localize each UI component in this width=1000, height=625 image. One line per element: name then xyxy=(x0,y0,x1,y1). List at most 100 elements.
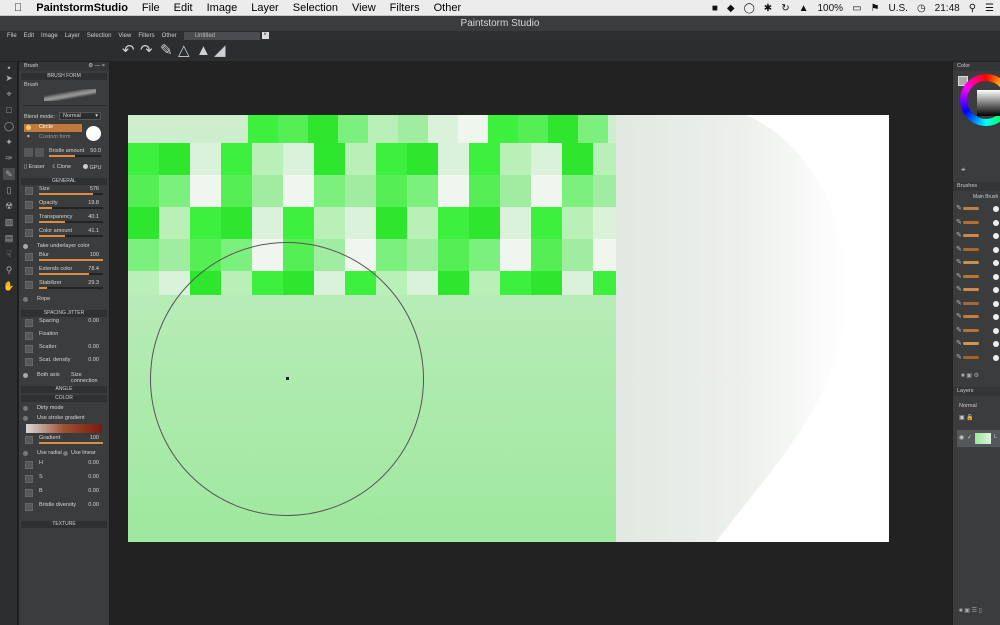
size-connection-label[interactable]: Size connection xyxy=(71,372,109,384)
menu-view[interactable]: View xyxy=(352,2,376,14)
eraser-icon[interactable]: ▯ xyxy=(3,184,15,196)
eraser-toggle[interactable]: ▯ Eraser xyxy=(24,164,45,170)
brush-tip-preview[interactable] xyxy=(86,126,101,141)
gradient-icon[interactable]: ▨ xyxy=(3,216,15,228)
use-radial-radio[interactable] xyxy=(23,451,28,456)
saturation-square[interactable] xyxy=(977,90,1000,116)
appmenu-layer[interactable]: Layer xyxy=(65,33,80,39)
brush-form-header[interactable]: BRUSH FORM xyxy=(21,73,107,80)
use-linear-radio[interactable] xyxy=(63,451,68,456)
blend-mode-select[interactable]: Normal ▾ xyxy=(59,112,101,120)
brush-preset[interactable] xyxy=(963,342,979,345)
smudge-icon[interactable]: ☟ xyxy=(3,248,15,260)
use-stroke-gradient-radio[interactable] xyxy=(23,416,28,421)
undo-icon[interactable]: ↶ xyxy=(122,43,135,59)
menu-app-name[interactable]: PaintstormStudio xyxy=(36,2,128,14)
dropbox-icon[interactable]: ◆ xyxy=(727,3,735,14)
flag-icon[interactable]: ⚑ xyxy=(871,3,880,14)
train-icon[interactable]: ■ xyxy=(712,3,718,14)
clock[interactable]: 21:48 xyxy=(935,3,960,14)
general-size-row[interactable]: Size 576 xyxy=(21,186,107,196)
brush-mode-icon[interactable]: ✎ xyxy=(160,43,173,59)
hsb-h-row[interactable]: H 0.00 xyxy=(21,460,107,470)
check-icon[interactable]: ✓ xyxy=(967,434,972,441)
magic-wand-icon[interactable]: ✦ xyxy=(3,136,15,148)
general-transparency-row[interactable]: Transparency 40.1 xyxy=(21,214,107,224)
close-tab-icon[interactable]: × xyxy=(261,32,269,39)
spotlight-icon[interactable]: ⚲ xyxy=(969,3,976,14)
spacing-spacing-row[interactable]: Spacing 0.00 xyxy=(21,318,107,328)
brush-preset[interactable] xyxy=(963,220,979,224)
menu-selection[interactable]: Selection xyxy=(293,2,338,14)
menu-other[interactable]: Other xyxy=(434,2,462,14)
gradient-row[interactable]: Gradient 100 xyxy=(21,435,107,445)
hsb-b-row[interactable]: B 0.00 xyxy=(21,488,107,498)
crop-icon[interactable]: ⌖ xyxy=(3,88,15,100)
shape-custom-option[interactable]: ✶ Custom form xyxy=(24,134,82,142)
clone-toggle[interactable]: ☇ Clone xyxy=(52,164,71,170)
general-stabilizer-row[interactable]: Stabilizer 29.3 xyxy=(21,280,107,290)
general-color-amount-row[interactable]: Color amount 41.1 xyxy=(21,228,107,238)
bluetooth-icon[interactable]: ✱ xyxy=(764,3,772,14)
general-opacity-slider[interactable] xyxy=(39,207,103,209)
brush-category-icon[interactable]: ✎ xyxy=(956,231,962,239)
fill-icon[interactable]: ☢ xyxy=(3,200,15,212)
lasso-icon[interactable]: ◯ xyxy=(3,120,15,132)
brush-preset[interactable] xyxy=(963,274,979,278)
both-axis-radio[interactable] xyxy=(23,373,28,378)
brush-icon[interactable]: ✎ xyxy=(3,168,15,180)
document-tab[interactable]: Untitled xyxy=(183,31,260,40)
take-underlayer-radio[interactable] xyxy=(23,244,28,249)
wifi-icon[interactable]: ▲ xyxy=(799,3,809,14)
panel-menu-icon[interactable]: ⚙ — × xyxy=(88,62,105,71)
sync-icon[interactable]: ↻ xyxy=(781,3,789,14)
brush-category-icon[interactable]: ✎ xyxy=(956,285,962,293)
spacing-fixation-row[interactable]: Fixation xyxy=(21,331,107,341)
appmenu-view[interactable]: View xyxy=(118,33,131,39)
eyedropper-icon[interactable]: ✑ xyxy=(3,152,15,164)
layer-blend-select[interactable]: Normal xyxy=(959,403,977,409)
dirty-mode-radio[interactable] xyxy=(23,406,28,411)
brush-category-icon[interactable]: ✎ xyxy=(956,218,962,226)
brush-preset[interactable] xyxy=(963,355,979,359)
gpu-toggle[interactable]: GPU xyxy=(83,164,101,171)
main-brushes-label[interactable]: Main Brush xyxy=(973,194,998,200)
brush-preset[interactable] xyxy=(963,315,979,318)
appmenu-filters[interactable]: Filters xyxy=(138,33,154,39)
bristle-settings-icon[interactable] xyxy=(35,148,44,157)
general-stabilizer-slider[interactable] xyxy=(39,287,103,289)
layer-row[interactable]: ◉ ✓ L xyxy=(957,430,1000,447)
brush-preset[interactable] xyxy=(963,234,979,237)
brush-preset[interactable] xyxy=(963,247,979,251)
ruler-icon[interactable]: ◢ xyxy=(214,43,226,59)
lock-icon[interactable]: ▣ 🔒 xyxy=(959,414,974,421)
appmenu-edit[interactable]: Edit xyxy=(24,33,34,39)
gradient-slider[interactable] xyxy=(39,442,103,444)
color-header[interactable]: COLOR xyxy=(21,395,107,402)
general-header[interactable]: GENERAL xyxy=(21,178,107,185)
brush-category-icon[interactable]: ✎ xyxy=(956,339,962,347)
menu-file[interactable]: File xyxy=(142,2,160,14)
brush-preset[interactable] xyxy=(963,301,979,305)
appmenu-file[interactable]: File xyxy=(7,33,17,39)
appmenu-other[interactable]: Other xyxy=(162,33,177,39)
angle-header[interactable]: ANGLE xyxy=(21,386,107,393)
general-blur-slider[interactable] xyxy=(39,259,103,261)
brush-category-icon[interactable]: ✎ xyxy=(956,245,962,253)
brush-preset[interactable] xyxy=(963,261,979,264)
shape-circle-option[interactable]: Circle xyxy=(24,124,82,132)
battery-percent[interactable]: 100% xyxy=(817,3,843,14)
appmenu-image[interactable]: Image xyxy=(41,33,58,39)
brush-category-icon[interactable]: ✎ xyxy=(956,258,962,266)
brush-category-icon[interactable]: ✎ xyxy=(956,353,962,361)
redo-icon[interactable]: ↷ xyxy=(140,43,153,59)
perspective-icon[interactable]: ▲ xyxy=(196,43,211,59)
bristle-slider[interactable] xyxy=(49,155,101,157)
apple-icon[interactable]:  xyxy=(14,2,22,14)
general-transparency-slider[interactable] xyxy=(39,221,103,223)
brush-actions-icon[interactable]: ■ ▣ ⚙ xyxy=(961,372,979,379)
eye-icon[interactable]: ◉ xyxy=(959,434,964,441)
general-color-amount-slider[interactable] xyxy=(39,235,103,237)
zoom-icon[interactable]: ⚲ xyxy=(3,264,15,276)
menu-layer[interactable]: Layer xyxy=(251,2,279,14)
